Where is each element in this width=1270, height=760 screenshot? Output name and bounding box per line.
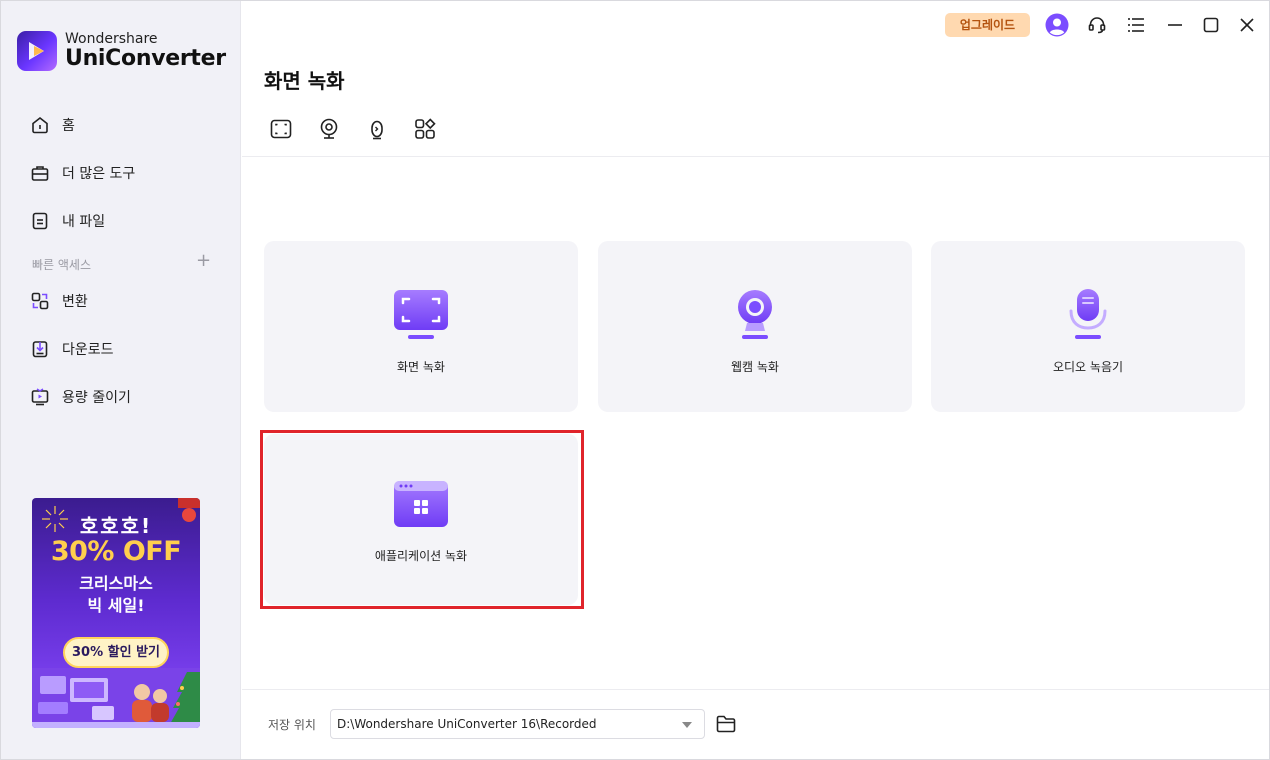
promo-line-1: 호호호! <box>79 514 153 538</box>
webcam-mode-icon[interactable] <box>317 117 341 141</box>
upgrade-button[interactable]: 업그레이드 <box>945 13 1030 37</box>
convert-icon <box>29 290 51 312</box>
maximize-icon[interactable] <box>1199 13 1223 37</box>
sidebar-item-label: 용량 줄이기 <box>62 390 131 406</box>
promo-line-3: 크리스마스 <box>79 574 153 593</box>
sidebar-item-convert[interactable]: 변환 <box>29 289 88 313</box>
toolbar-divider <box>242 156 1269 157</box>
menu-icon[interactable] <box>1124 13 1148 37</box>
file-icon <box>29 210 51 232</box>
avatar-icon[interactable] <box>1045 13 1069 37</box>
brand-name: Wondershare <box>65 31 158 47</box>
card-label: 오디오 녹음기 <box>1052 360 1124 374</box>
sidebar-item-more-tools[interactable]: 더 많은 도구 <box>29 161 135 185</box>
chevron-down-icon <box>682 722 692 728</box>
screen-record-mode-icon[interactable] <box>269 117 293 141</box>
card-label: 화면 녹화 <box>397 360 445 374</box>
toolbox-icon <box>29 162 51 184</box>
sidebar-item-label: 홈 <box>62 118 75 134</box>
selection-highlight <box>260 430 584 609</box>
folder-icon[interactable] <box>715 713 737 735</box>
app-logo: Wondershare UniConverter <box>17 31 226 71</box>
download-icon <box>29 338 51 360</box>
webcam-record-card[interactable]: 웹캠 녹화 <box>598 241 912 412</box>
sidebar-item-label: 더 많은 도구 <box>62 166 136 182</box>
apps-mode-icon[interactable] <box>413 117 437 141</box>
microphone-icon <box>1069 289 1107 339</box>
webcam-icon <box>738 290 772 339</box>
sidebar-item-download[interactable]: 다운로드 <box>29 337 114 361</box>
audio-mode-icon[interactable] <box>365 117 389 141</box>
save-location-select[interactable]: D:\Wondershare UniConverter 16\Recorded <box>330 709 705 739</box>
uniconverter-logo-icon <box>17 31 57 71</box>
footer-divider <box>242 689 1269 690</box>
sidebar-item-label: 내 파일 <box>62 214 106 230</box>
sidebar: Wondershare UniConverter 홈 더 많은 도구 내 파일 … <box>1 1 241 759</box>
product-name: UniConverter <box>65 46 226 71</box>
headset-icon[interactable] <box>1085 13 1109 37</box>
save-location-value: D:\Wondershare UniConverter 16\Recorded <box>337 717 597 731</box>
minimize-icon[interactable] <box>1163 13 1187 37</box>
save-location-label: 저장 위치 <box>268 718 316 732</box>
sidebar-item-my-files[interactable]: 내 파일 <box>29 209 105 233</box>
promo-illustration-icon <box>32 668 200 728</box>
sidebar-item-compress[interactable]: 용량 줄이기 <box>29 385 131 409</box>
sidebar-item-label: 변환 <box>62 294 88 310</box>
promo-discount: 30% OFF <box>50 536 182 567</box>
sidebar-item-home[interactable]: 홈 <box>29 113 75 137</box>
compress-icon <box>29 386 51 408</box>
home-icon <box>29 114 51 136</box>
page-title: 화면 녹화 <box>264 69 345 93</box>
quick-access-heading: 빠른 액세스 <box>32 258 92 272</box>
card-label: 웹캠 녹화 <box>731 360 779 374</box>
close-icon[interactable] <box>1235 13 1259 37</box>
promo-cta-button[interactable]: 30% 할인 받기 <box>63 637 169 668</box>
screen-record-icon <box>394 290 448 339</box>
audio-recorder-card[interactable]: 오디오 녹음기 <box>931 241 1245 412</box>
promo-line-4: 빅 세일! <box>87 596 145 615</box>
app-window: Wondershare UniConverter 홈 더 많은 도구 내 파일 … <box>0 0 1270 760</box>
quick-access-add-button[interactable]: + <box>196 252 211 270</box>
screen-record-card[interactable]: 화면 녹화 <box>264 241 578 412</box>
christmas-sale-banner[interactable]: 호호호! 30% OFF 크리스마스 빅 세일! 30% 할인 받기 <box>32 498 200 728</box>
sidebar-item-label: 다운로드 <box>62 342 114 358</box>
